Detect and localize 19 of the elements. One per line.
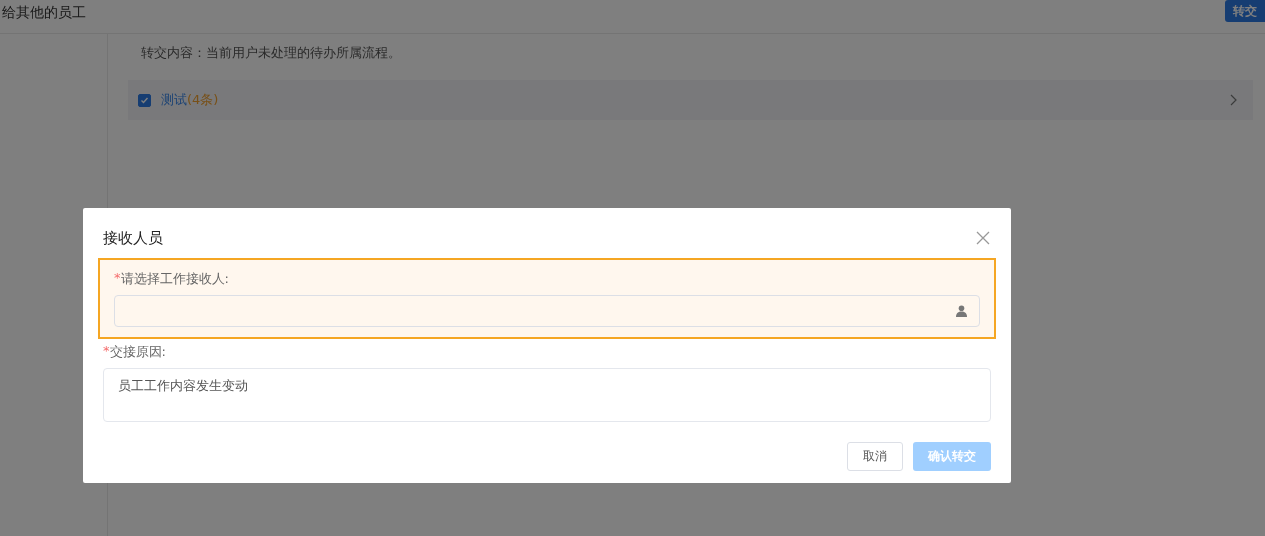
- process-group-row[interactable]: 测试(4条): [128, 80, 1253, 120]
- group-name: 测试: [161, 91, 187, 109]
- field-label: 交接原因:: [109, 343, 166, 361]
- required-mark: *: [114, 270, 121, 287]
- group-count: (4条): [187, 91, 219, 109]
- dialog-title: 接收人员: [103, 228, 163, 248]
- close-button[interactable]: [975, 230, 991, 246]
- page-title: 给其他的员工: [2, 4, 86, 22]
- person-icon: [956, 305, 967, 317]
- field-label: 请选择工作接收人:: [120, 270, 229, 288]
- chevron-right-icon: [1230, 94, 1237, 106]
- receiver-field[interactable]: [114, 295, 980, 327]
- transfer-button[interactable]: 转交: [1225, 0, 1265, 22]
- cancel-button[interactable]: 取消: [847, 442, 903, 471]
- checkbox[interactable]: [138, 93, 151, 107]
- check-icon: [140, 95, 149, 105]
- description-text: 转交内容：当前用户未处理的待办所属流程。: [140, 44, 402, 62]
- reason-field[interactable]: 员工工作内容发生变动: [103, 368, 991, 422]
- required-mark: *: [103, 343, 110, 360]
